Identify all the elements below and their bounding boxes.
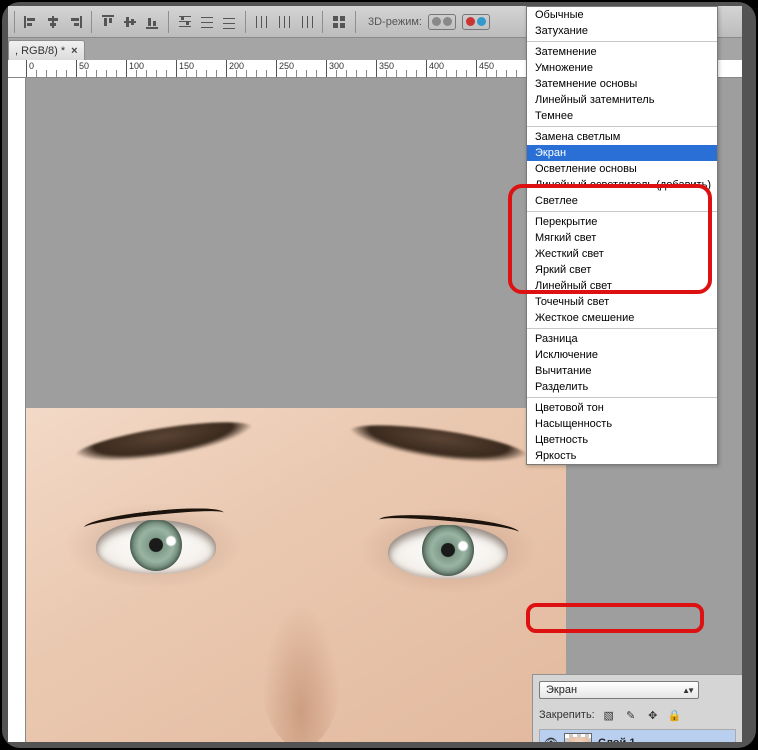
align-left-button[interactable]	[21, 12, 41, 32]
ruler-tick: 50	[76, 60, 77, 77]
blend-mode-option[interactable]: Цветовой тон	[527, 400, 717, 416]
layer-name: Слой 1	[598, 737, 635, 743]
distribute-left-button[interactable]	[252, 12, 272, 32]
close-icon[interactable]: ×	[71, 45, 77, 57]
blend-mode-option[interactable]: Исключение	[527, 347, 717, 363]
lock-label: Закрепить:	[539, 709, 595, 721]
blend-mode-option[interactable]: Перекрытие	[527, 214, 717, 230]
blend-mode-option[interactable]: Экран	[527, 145, 717, 161]
blend-mode-option[interactable]: Затемнение основы	[527, 76, 717, 92]
separator	[355, 11, 356, 33]
layer-list: 👁Слой 1👁Фон	[539, 729, 736, 742]
separator	[527, 41, 717, 42]
document-canvas[interactable]	[26, 408, 566, 742]
separator	[527, 397, 717, 398]
ruler-tick: 450	[476, 60, 477, 77]
blend-mode-value: Экран	[546, 684, 577, 696]
separator	[527, 126, 717, 127]
distribute-vcenter-button[interactable]	[197, 12, 217, 32]
mode-3d-anaglyph-icon[interactable]	[462, 14, 490, 30]
illustration-nose	[261, 603, 341, 742]
blend-mode-option[interactable]: Мягкий свет	[527, 230, 717, 246]
document-tab-title: , RGB/8) *	[15, 45, 65, 57]
align-vcenter-button[interactable]	[120, 12, 140, 32]
separator	[168, 11, 169, 33]
distribute-top-button[interactable]	[175, 12, 195, 32]
lock-position-icon[interactable]: ✥	[645, 707, 661, 723]
visibility-eye-icon[interactable]: 👁	[544, 736, 558, 742]
ruler-tick: 0	[26, 60, 27, 77]
chevron-updown-icon: ▲▼	[682, 686, 692, 695]
blend-mode-option[interactable]: Линейный затемнитель	[527, 92, 717, 108]
separator	[322, 11, 323, 33]
blend-mode-option[interactable]: Вычитание	[527, 363, 717, 379]
blend-mode-option[interactable]: Затемнение	[527, 44, 717, 60]
blend-mode-dropdown[interactable]: ОбычныеЗатухание ЗатемнениеУмножениеЗатем…	[526, 6, 718, 465]
blend-mode-option[interactable]: Линейный осветлитель (добавить)	[527, 177, 717, 193]
align-hcenter-button[interactable]	[43, 12, 63, 32]
ruler-tick: 350	[376, 60, 377, 77]
separator	[527, 328, 717, 329]
lock-all-icon[interactable]: 🔒	[667, 707, 683, 723]
blend-mode-option[interactable]: Обычные	[527, 7, 717, 23]
blend-mode-option[interactable]: Разделить	[527, 379, 717, 395]
blend-mode-option[interactable]: Яркость	[527, 448, 717, 464]
blend-mode-option[interactable]: Яркий свет	[527, 262, 717, 278]
separator	[91, 11, 92, 33]
separator	[14, 11, 15, 33]
mode-3d-label: 3D-режим:	[362, 14, 496, 30]
align-bottom-button[interactable]	[142, 12, 162, 32]
ruler-tick: 150	[176, 60, 177, 77]
blend-mode-option[interactable]: Осветление основы	[527, 161, 717, 177]
distribute-bottom-button[interactable]	[219, 12, 239, 32]
distribute-hcenter-button[interactable]	[274, 12, 294, 32]
mode-3d-icon[interactable]	[428, 14, 456, 30]
blend-mode-option[interactable]: Жесткое смешение	[527, 310, 717, 326]
mode-3d-text: 3D-режим:	[368, 16, 422, 28]
layers-panel: Экран ▲▼ Закрепить: ▧ ✎ ✥ 🔒 👁Слой 1👁Фон	[532, 674, 742, 742]
blend-mode-select[interactable]: Экран ▲▼	[539, 681, 699, 699]
ruler-tick: 100	[126, 60, 127, 77]
blend-mode-option[interactable]: Цветность	[527, 432, 717, 448]
lock-pixels-icon[interactable]: ✎	[623, 707, 639, 723]
align-right-button[interactable]	[65, 12, 85, 32]
separator	[527, 211, 717, 212]
illustration-eye	[388, 525, 508, 579]
blend-mode-option[interactable]: Темнее	[527, 108, 717, 124]
ruler-tick: 400	[426, 60, 427, 77]
ruler-tick: 250	[276, 60, 277, 77]
illustration-eye	[96, 520, 216, 574]
blend-mode-option[interactable]: Замена светлым	[527, 129, 717, 145]
separator	[245, 11, 246, 33]
lock-row: Закрепить: ▧ ✎ ✥ 🔒	[539, 707, 736, 723]
blend-mode-option[interactable]: Затухание	[527, 23, 717, 39]
ruler-tick: 200	[226, 60, 227, 77]
distribute-right-button[interactable]	[296, 12, 316, 32]
blend-mode-option[interactable]: Насыщенность	[527, 416, 717, 432]
blend-mode-option[interactable]: Точечный свет	[527, 294, 717, 310]
lock-transparency-icon[interactable]: ▧	[601, 707, 617, 723]
illustration-eyebrow	[73, 414, 255, 470]
layer-row[interactable]: 👁 Слой 1	[540, 730, 735, 742]
document-tab[interactable]: , RGB/8) * ×	[8, 40, 85, 60]
blend-mode-option[interactable]: Светлее	[527, 193, 717, 209]
vertical-ruler	[8, 78, 26, 742]
blend-mode-option[interactable]: Жесткий свет	[527, 246, 717, 262]
blend-mode-option[interactable]: Разница	[527, 331, 717, 347]
align-top-button[interactable]	[98, 12, 118, 32]
auto-align-button[interactable]	[329, 12, 349, 32]
blend-mode-option[interactable]: Линейный свет	[527, 278, 717, 294]
illustration-eyebrow	[347, 418, 529, 471]
layer-thumbnail	[564, 733, 592, 743]
blend-mode-option[interactable]: Умножение	[527, 60, 717, 76]
ruler-tick: 300	[326, 60, 327, 77]
